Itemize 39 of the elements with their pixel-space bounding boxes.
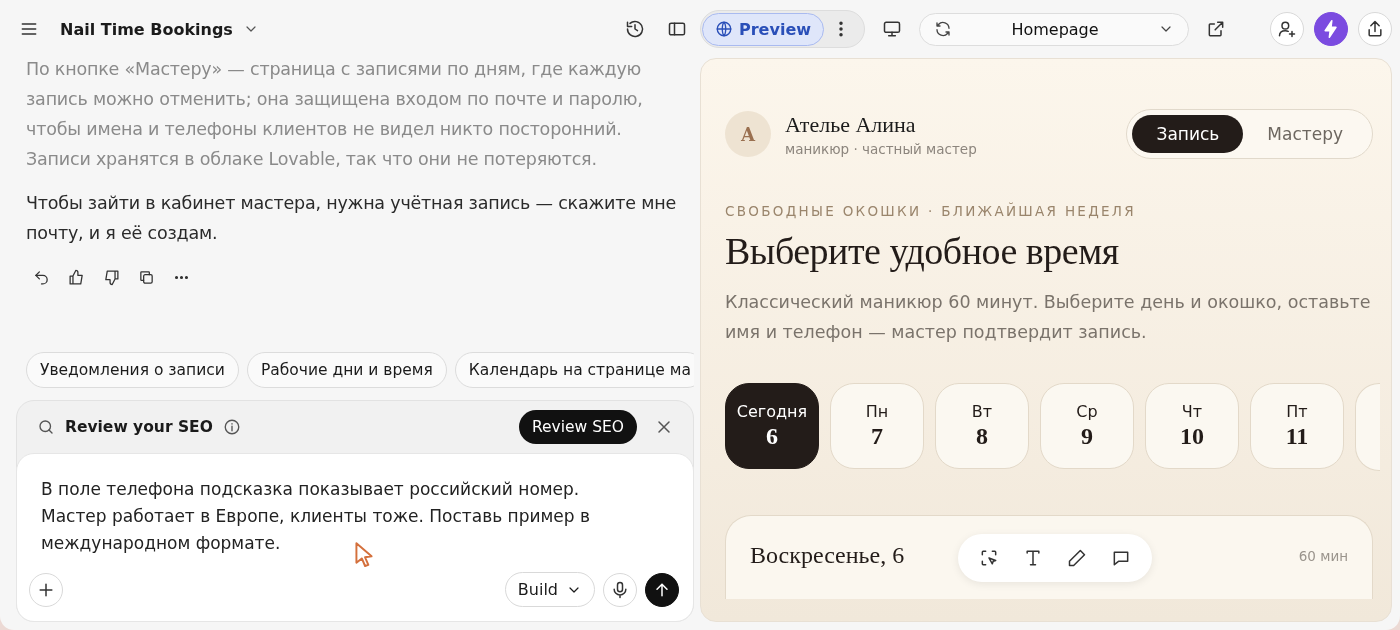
search-icon [37,418,55,436]
message-input[interactable]: В поле телефона подсказка показывает российский номер. Мастер работает в Европе, клиенты тоже. Поставь пример в международном формате. [41,476,631,562]
page-selector[interactable]: Homepage [919,12,1189,46]
lightning-icon[interactable] [1314,12,1348,46]
message-paragraph: Чтобы зайти в кабинет мастера, нужна учётная запись — скажите мне почту, и я её создам. [26,192,677,245]
duration-label: 60 мин [1298,547,1348,564]
message-paragraph: По кнопке «Мастеру» — страница с записями по дням, где каждую запись можно отменить; она защищена входом по почте и паролю, чтобы имена и телефоны клиентов не видел никто посторонний. Записи хранятся в облаке Lovable, так что они не потеряются. [26,58,644,171]
avatar: А [725,111,771,157]
suggestion-chip[interactable]: Рабочие дни и время [246,352,447,388]
page-heading: Выберите удобное время [725,229,1120,273]
day-button[interactable]: Чт 10 [1145,383,1239,469]
microphone-icon[interactable] [603,572,637,607]
day-button[interactable]: Вт 8 [935,383,1029,469]
suggestion-chip[interactable]: Календарь на странице ма [454,352,694,388]
nav-tab[interactable]: Мастеру [1243,115,1367,153]
brand-subtitle: маникюр · частный мастер [785,140,977,157]
day-title: Воскресенье, 6 [750,542,905,569]
send-icon[interactable] [645,572,679,607]
brand-name: Ателье Алина [785,111,917,138]
add-user-icon[interactable] [1270,12,1304,46]
nav-tab[interactable]: Запись [1132,115,1244,153]
info-icon[interactable] [222,418,241,436]
add-icon[interactable] [29,572,63,607]
day-button[interactable]: Пн 7 [830,383,924,469]
review-seo-button[interactable]: Review SEO [518,410,637,444]
seo-prompt-label: Review your SEO [65,418,213,436]
day-button[interactable]: Пт 11 [1250,383,1344,469]
share-icon[interactable] [1358,12,1392,46]
build-mode-dropdown[interactable]: Build [504,572,595,607]
message-composer[interactable]: В поле телефона подсказка показывает российский номер. Мастер работает в Европе, клиенты тоже. Поставь пример в международном формате. Build [16,453,694,622]
suggestion-chip[interactable]: Уведомления о записи [26,352,239,388]
refresh-icon[interactable] [934,20,952,38]
day-button[interactable]: Ср 9 [1040,383,1134,469]
preview-tab[interactable]: Preview [702,12,824,46]
section-eyebrow: СВОБОДНЫЕ ОКОШКИ · БЛИЖАЙШАЯ НЕДЕЛЯ [725,203,1137,219]
page-description: Классический маникюр 60 минут. Выберите день и окошко, оставьте имя и телефон — мастер подтвердит запись. [725,291,1372,344]
globe-icon [715,20,733,38]
project-title-dropdown[interactable]: Nail Time Bookings [60,19,259,39]
day-button[interactable]: Сегодня 6 [725,383,819,469]
